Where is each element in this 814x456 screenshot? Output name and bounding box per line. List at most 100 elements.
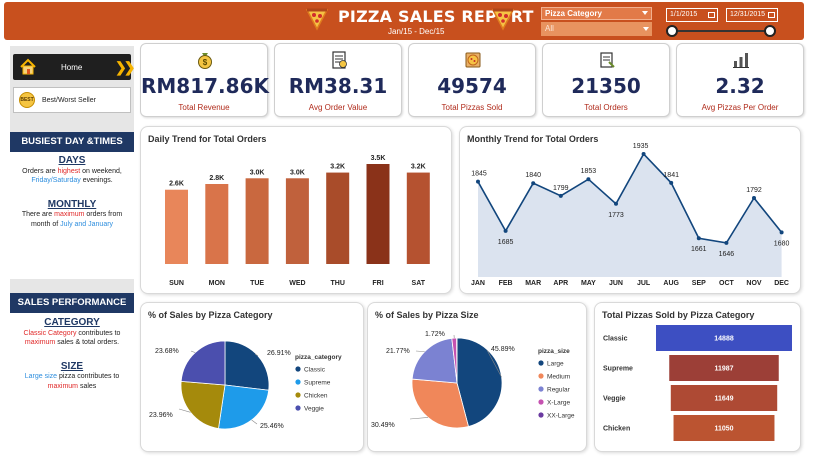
daily-x-tick: SUN [169, 280, 184, 287]
home-icon [20, 58, 36, 75]
category-pie-legend-label: Supreme [304, 380, 331, 387]
funnel-category-label: Chicken [603, 426, 630, 433]
monthly-point [558, 193, 563, 198]
category-pie-legend-swatch [295, 392, 301, 398]
daily-x-tick: TUE [250, 280, 264, 287]
monthly-x-tick: OCT [719, 280, 735, 287]
category-filter-value: All [545, 24, 554, 33]
nav-home-button[interactable]: Home ❯❯ [13, 54, 136, 80]
category-title: CATEGORY [44, 317, 100, 328]
size-pie-legend-label: Medium [547, 374, 570, 381]
funnel-category-label: Veggie [603, 396, 626, 403]
kpi-total-pizzas-sold: 49574 Total Pizzas Sold [408, 43, 536, 117]
date-slider-end-handle[interactable] [764, 25, 776, 37]
report-period: Jan/15 - Dec/15 [388, 27, 445, 36]
size-pie-chart: 45.89% 30.49% 21.77% 1.72% pizza_size Large Me… [371, 331, 575, 429]
category-pie-legend-swatch [295, 379, 301, 385]
monthly-x-tick: JAN [471, 280, 485, 287]
busiest-heading: BUSIEST DAY &TIMES [10, 132, 134, 152]
left-nav-panel: Home ❯❯ BEST Best/Worst Seller BUSIEST D… [10, 46, 136, 454]
size-text: Large size pizza contributes to maximum … [24, 373, 120, 390]
size-pie-legend-label: Large [547, 361, 564, 368]
category-pie-legend-label: Veggie [304, 406, 324, 413]
busiest-body: DAYS Orders are highest on weekend, Frid… [10, 152, 134, 279]
monthly-point-label: 1792 [746, 187, 762, 194]
kpi-total-orders: 21350 Total Orders [542, 43, 670, 117]
order-list-icon [600, 52, 615, 68]
size-pie-legend-label: Regular [547, 387, 571, 394]
daily-x-tick: WED [289, 280, 305, 287]
size-pie-slice [411, 337, 458, 384]
nav-best-worst-label: Best/Worst Seller [42, 97, 96, 104]
monthly-title: MONTHLY [47, 198, 97, 210]
category-pie-chart: 26.91% 25.46% 23.96% 23.68% pizza_category Cl… [149, 340, 342, 430]
calendar-icon[interactable] [708, 12, 715, 18]
chevron-down-icon [643, 27, 649, 31]
monthly-x-tick: AUG [663, 280, 679, 287]
category-pie-slice [224, 340, 270, 391]
daily-x-tick: SAT [412, 280, 426, 287]
best-badge-icon: BEST [19, 92, 35, 108]
date-end-input[interactable]: 12/31/2015 [726, 8, 778, 22]
monthly-x-tick: APR [553, 280, 568, 287]
monthly-x-tick: MAR [525, 280, 541, 287]
monthly-point [586, 177, 591, 182]
performance-body: CATEGORY Classic Category contributes to… [10, 313, 134, 454]
monthly-point-label: 1853 [581, 168, 597, 175]
daily-bar [165, 189, 188, 264]
monthly-area-fill [478, 154, 782, 277]
monthly-x-tick: JUL [637, 280, 651, 287]
size-pie-legend-label: X-Large [547, 400, 571, 407]
kpi-value: 21350 [571, 74, 641, 98]
date-range-slider[interactable] [672, 30, 772, 32]
category-pie-legend-swatch [295, 366, 301, 372]
kpi-label: Total Revenue [178, 103, 230, 112]
category-pie-slice-label: 23.68% [155, 348, 179, 355]
chevron-down-icon [642, 11, 648, 15]
daily-bar [205, 184, 229, 264]
funnel-bar-label: 11649 [714, 396, 733, 403]
monthly-x-tick: FEB [499, 280, 513, 287]
monthly-point-label: 1845 [471, 171, 487, 178]
date-end-value: 12/31/2015 [730, 11, 766, 18]
category-pie-legend-label: Classic [304, 367, 326, 374]
daily-bar [245, 178, 269, 264]
receipt-icon [332, 51, 347, 69]
daily-x-tick: THU [331, 280, 345, 287]
kpi-avg-order-value: RM38.31 Avg Order Value [274, 43, 402, 117]
kpi-value: RM38.31 [288, 74, 388, 98]
monthly-trend-panel: Monthly Trend for Total Orders 1845 JAN 16… [459, 126, 801, 294]
category-pie-legend-label: Chicken [304, 393, 328, 400]
daily-bar-label: 3.5K [371, 155, 386, 162]
category-filter-header[interactable]: Pizza Category [541, 7, 652, 20]
monthly-point [779, 230, 784, 235]
category-pie-leader-line [190, 350, 196, 353]
monthly-trend-chart: 1845 JAN 1685 FEB 1840 MAR 1799 APR 1853 MAY 1773 J… [471, 143, 789, 287]
calendar-icon[interactable] [768, 12, 775, 18]
monthly-point [669, 180, 674, 185]
monthly-point-label: 1773 [608, 212, 624, 219]
daily-x-tick: MON [209, 280, 225, 287]
kpi-value: 2.32 [715, 74, 765, 98]
date-slider-start-handle[interactable] [666, 25, 678, 37]
size-pie-slice-label: 1.72% [425, 331, 445, 338]
funnel-category-label: Classic [603, 336, 628, 343]
funnel-bar-label: 11987 [714, 366, 733, 373]
size-title: SIZE [60, 360, 84, 372]
monthly-point-label: 1799 [553, 185, 569, 192]
category-pie-panel: % of Sales by Pizza Category 26.91% 25.46… [140, 302, 364, 452]
kpi-value: RM817.86K [141, 74, 269, 98]
pizza-slice-icon [305, 8, 329, 31]
size-pie-legend-swatch [538, 399, 544, 405]
date-start-input[interactable]: 1/1/2015 [666, 8, 718, 22]
monthly-point [503, 228, 508, 233]
daily-bar-label: 3.0K [250, 169, 265, 176]
category-filter-dropdown[interactable]: All [541, 22, 652, 36]
category-pie-slice-label: 26.91% [267, 350, 291, 357]
double-chevron-right-icon: ❯❯ [115, 59, 136, 75]
category-pie-slice-label: 23.96% [149, 412, 173, 419]
kpi-avg-pizzas-per-order: 2.32 Avg Pizzas Per Order [676, 43, 804, 117]
nav-best-worst-button[interactable]: BEST Best/Worst Seller [13, 87, 131, 113]
performance-heading: SALES PERFORMANCE [10, 293, 134, 313]
kpi-label: Avg Order Value [308, 103, 368, 112]
